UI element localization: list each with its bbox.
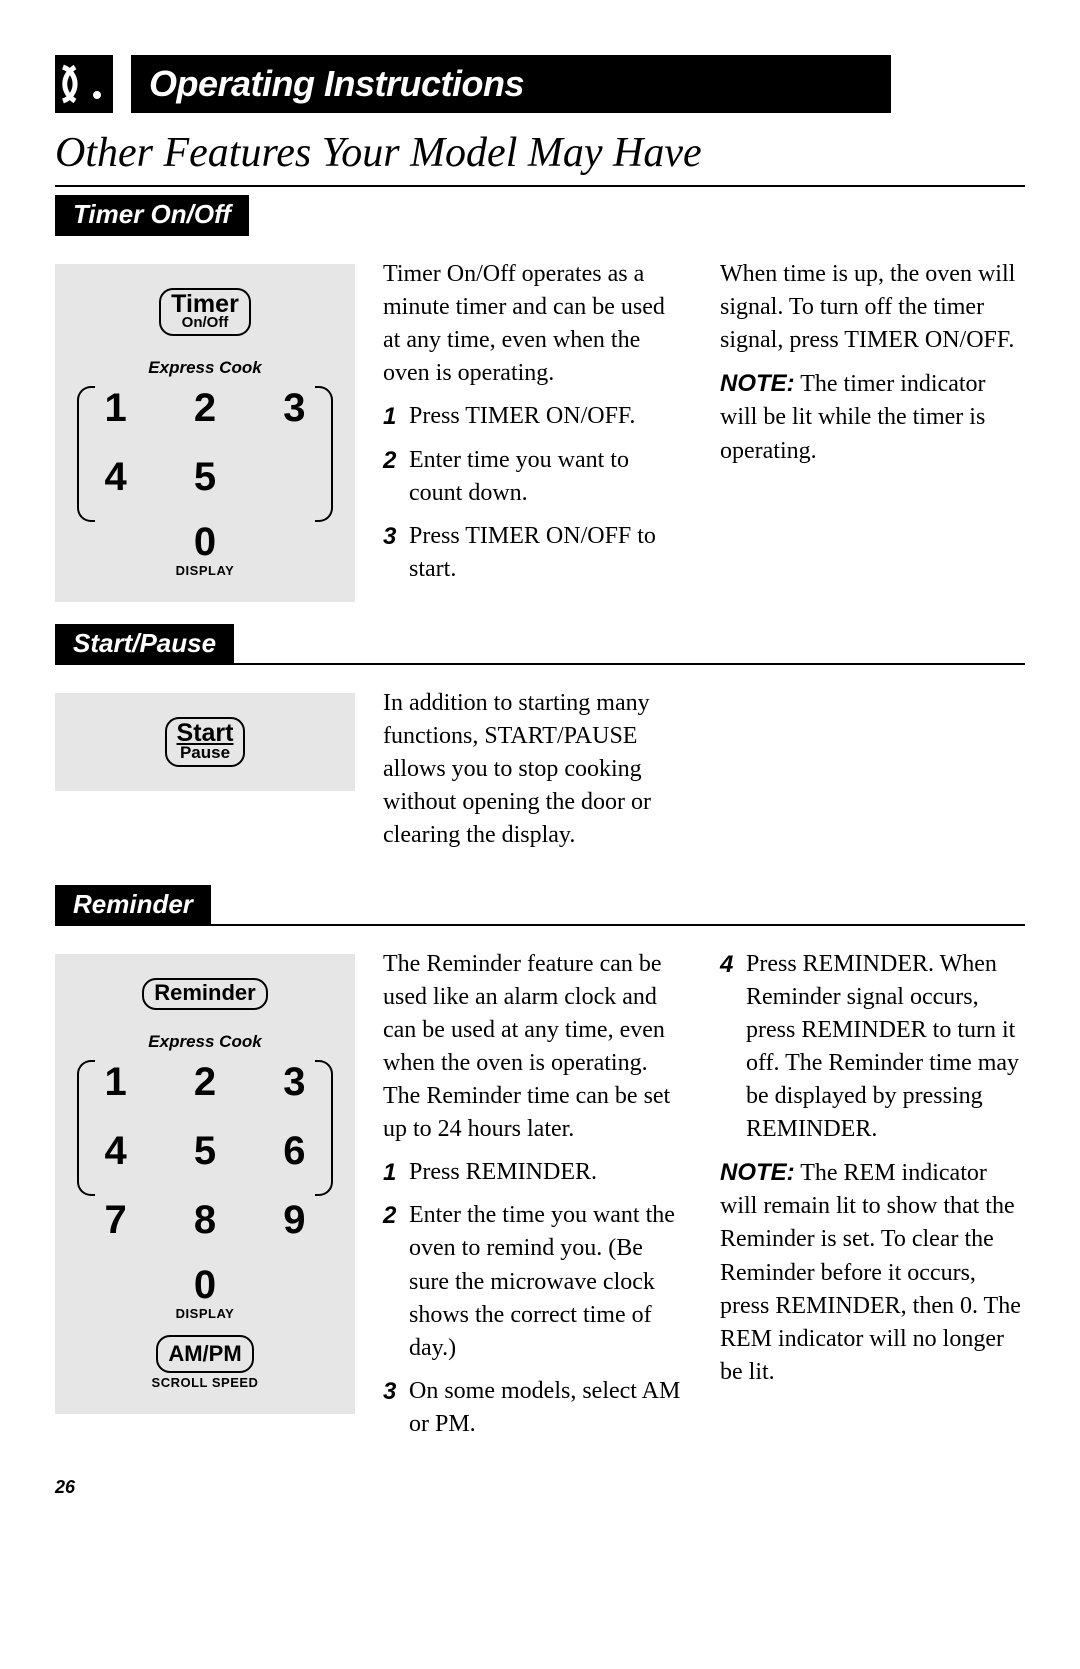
rstep-num-1: 1	[383, 1156, 403, 1189]
rstep-num-2: 2	[383, 1199, 403, 1365]
timer-heading: Timer On/Off	[55, 195, 249, 236]
rkey-1: 1	[105, 1060, 127, 1105]
display-label: DISPLAY	[89, 563, 321, 578]
timer-note: NOTE: The timer indicator will be lit wh…	[720, 367, 1025, 467]
reminder-step3: On some models, select AM or PM.	[409, 1375, 688, 1441]
timer-step3: Press TIMER ON/OFF to start.	[409, 520, 688, 586]
rstep-num-4: 4	[720, 948, 740, 1147]
step-num-1: 1	[383, 400, 403, 433]
page-number: 26	[55, 1477, 1025, 1498]
rkey-6: 6	[283, 1129, 305, 1174]
reminder-heading: Reminder	[55, 885, 211, 926]
scroll-speed-label: SCROLL SPEED	[89, 1375, 321, 1390]
section-reminder: Reminder Reminder Express Cook 1 2	[55, 885, 1025, 1458]
reminder-intro: The Reminder feature can be used like an…	[383, 948, 688, 1147]
timer-keypad-panel: Timer On/Off Express Cook 1 2 3 4 5	[55, 264, 355, 602]
display-label-2: DISPLAY	[89, 1306, 321, 1321]
section-timer: Timer On/Off Timer On/Off Express Cook 1	[55, 195, 1025, 624]
rkey-0: 0	[89, 1263, 321, 1308]
reminder-col1: The Reminder feature can be used like an…	[383, 948, 688, 1452]
reminder-keypad-panel: Reminder Express Cook 1 2 3 4 5 6	[55, 954, 355, 1414]
timer-intro: Timer On/Off operates as a minute timer …	[383, 258, 688, 390]
keypad-grid-2: 1 2 3 4 5 6 7 8 9	[89, 1060, 321, 1243]
rkey-7: 7	[105, 1198, 127, 1243]
reminder-step1: Press REMINDER.	[409, 1156, 688, 1189]
rkey-3: 3	[283, 1060, 305, 1105]
step-num-3: 3	[383, 520, 403, 586]
key-3: 3	[283, 386, 305, 431]
rstep-num-3: 3	[383, 1375, 403, 1441]
startpause-text: In addition to starting many functions, …	[383, 687, 688, 853]
page-subtitle: Other Features Your Model May Have	[55, 125, 1025, 187]
reminder-button: Reminder	[142, 978, 267, 1010]
step-num-2: 2	[383, 444, 403, 510]
ampm-button: AM/PM	[156, 1335, 253, 1373]
tab-icon	[55, 55, 113, 113]
startpause-col1: In addition to starting many functions, …	[383, 687, 688, 863]
key-5: 5	[194, 455, 216, 500]
timer-step1: Press TIMER ON/OFF.	[409, 400, 688, 433]
manual-page: Operating Instructions Other Features Yo…	[0, 0, 1080, 1528]
page-header: Operating Instructions	[55, 55, 1025, 113]
note-label: NOTE:	[720, 370, 795, 397]
key-0: 0	[89, 520, 321, 565]
start-button-sub: Pause	[177, 744, 234, 761]
note-label-2: NOTE:	[720, 1159, 795, 1186]
reminder-button-main: Reminder	[154, 982, 255, 1004]
startpause-heading: Start/Pause	[55, 624, 234, 665]
rkey-4: 4	[105, 1129, 127, 1174]
reminder-note-text: The REM indicator will remain lit to sho…	[720, 1160, 1021, 1385]
timer-para1: When time is up, the oven will signal. T…	[720, 258, 1025, 357]
rkey-8: 8	[194, 1198, 216, 1243]
express-cook-label-2: Express Cook	[89, 1032, 321, 1052]
reminder-note: NOTE: The REM indicator will remain lit …	[720, 1156, 1025, 1389]
rkey-2: 2	[194, 1060, 216, 1105]
start-pause-button: Start Pause	[165, 717, 246, 767]
startpause-panel: Start Pause	[55, 693, 355, 791]
reminder-step4: Press REMINDER. When Reminder signal occ…	[746, 948, 1025, 1147]
key-1: 1	[105, 386, 127, 431]
page-title: Operating Instructions	[131, 55, 891, 113]
timer-step2: Enter time you want to count down.	[409, 444, 688, 510]
express-cook-label: Express Cook	[89, 358, 321, 378]
rkey-5: 5	[194, 1129, 216, 1174]
timer-col2: When time is up, the oven will signal. T…	[720, 258, 1025, 602]
timer-onoff-button: Timer On/Off	[159, 288, 251, 336]
timer-col1: Timer On/Off operates as a minute timer …	[383, 258, 688, 602]
rkey-9: 9	[283, 1198, 305, 1243]
reminder-step2: Enter the time you want the oven to remi…	[409, 1199, 688, 1365]
reminder-col2: 4Press REMINDER. When Reminder signal oc…	[720, 948, 1025, 1452]
key-4: 4	[105, 455, 127, 500]
section-startpause: Start/Pause Start Pause In addition to s…	[55, 624, 1025, 885]
keypad-grid: 1 2 3 4 5	[89, 386, 321, 500]
key-2: 2	[194, 386, 216, 431]
